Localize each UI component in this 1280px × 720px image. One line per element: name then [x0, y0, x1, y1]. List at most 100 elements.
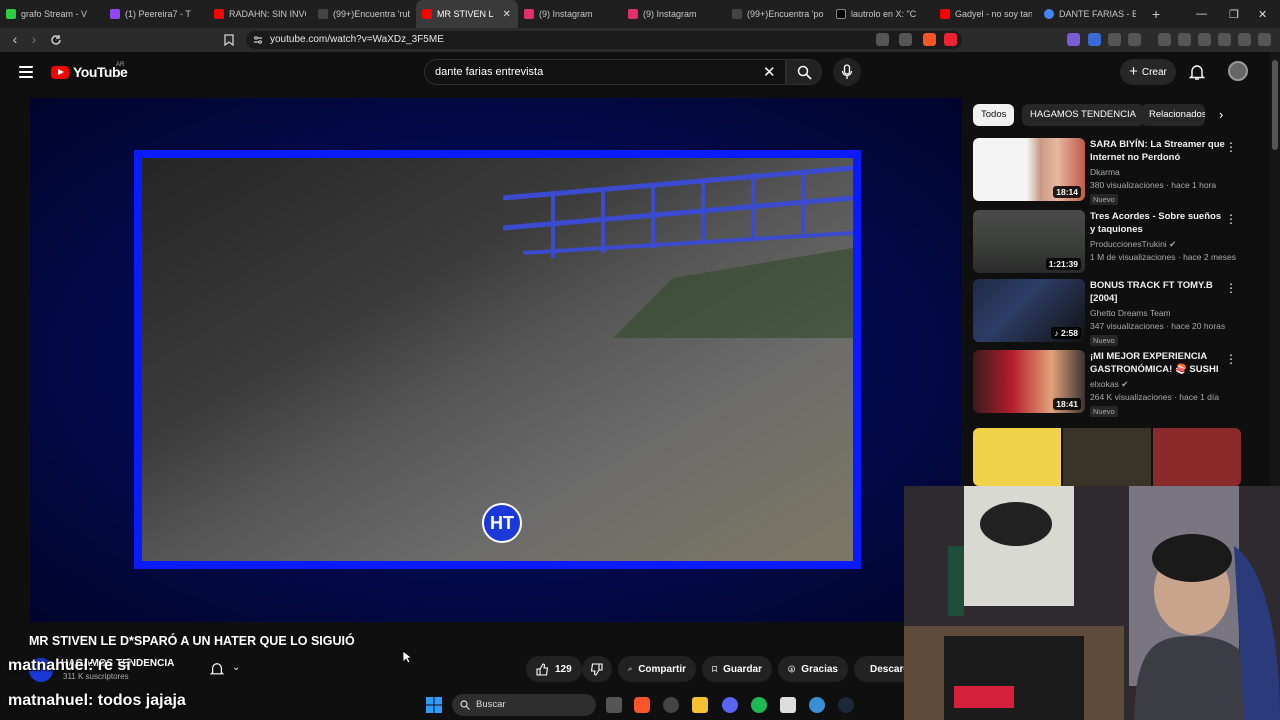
windows-start-icon[interactable]: [426, 697, 442, 713]
browser-tab[interactable]: Gadyel - no soy tan: [934, 0, 1038, 28]
thanks-label: Gracias: [801, 663, 838, 675]
taskbar-search-input[interactable]: Buscar: [452, 694, 596, 716]
recommended-video[interactable]: ♪ 2:58 BONUS TRACK FT TOMY.B [2004] Ghet…: [973, 279, 1243, 346]
duration-text: 2:58: [1060, 328, 1078, 338]
more-options-icon[interactable]: ⋮: [1225, 281, 1237, 295]
brave-shield-icon[interactable]: [923, 33, 936, 46]
thanks-button[interactable]: $ Gracias: [778, 656, 848, 682]
more-options-icon[interactable]: ⋮: [1225, 352, 1237, 366]
voice-search-button[interactable]: [833, 58, 861, 86]
recommended-channel[interactable]: Ghetto Dreams Team: [1090, 308, 1171, 318]
ai-icon[interactable]: [1218, 33, 1231, 46]
recommended-video-title[interactable]: SARA BIYÍN: La Streamer que Internet no …: [1090, 138, 1225, 164]
notifications-bell-icon[interactable]: [1189, 63, 1205, 81]
video-player[interactable]: HT: [30, 98, 962, 622]
clear-search-icon[interactable]: ✕: [763, 63, 776, 81]
account-avatar[interactable]: [1228, 61, 1248, 81]
app-icon[interactable]: [780, 697, 796, 713]
menu-icon[interactable]: [19, 66, 33, 78]
discord-icon[interactable]: [722, 697, 738, 713]
chip-hagamos-tendencia[interactable]: HAGAMOS TENDENCIA: [1022, 104, 1144, 126]
create-button[interactable]: + Crear: [1120, 59, 1176, 85]
browser-tab[interactable]: (99+)Encuentra 'pol: [726, 0, 830, 28]
cast-icon[interactable]: [876, 33, 889, 46]
browser-tab[interactable]: (99+)Encuentra 'rub: [312, 0, 416, 28]
video-thumbnail[interactable]: 1:21:39: [973, 210, 1085, 273]
page-scrollbar[interactable]: [1270, 52, 1280, 488]
back-arrow-icon[interactable]: ‹: [5, 31, 25, 47]
more-options-icon[interactable]: ⋮: [1225, 212, 1237, 226]
share-icon[interactable]: [899, 33, 912, 46]
browser-tab[interactable]: DANTE FARIAS - Bu: [1038, 0, 1142, 28]
dislike-button[interactable]: [582, 656, 612, 682]
browser-tab[interactable]: grafo Stream - V: [0, 0, 104, 28]
site-settings-icon[interactable]: [253, 35, 263, 45]
search-input[interactable]: dante farias entrevista: [424, 59, 786, 85]
restore-icon: ❐: [1229, 8, 1239, 21]
tab-close-icon[interactable]: ✕: [503, 9, 511, 20]
save-button[interactable]: Guardar: [702, 656, 772, 682]
video-thumbnail[interactable]: ♪ 2:58: [973, 279, 1085, 342]
tab-title: (9) Instagram: [539, 9, 593, 19]
tab-title: (99+)Encuentra 'pol: [747, 9, 824, 19]
browser-tab[interactable]: (9) Instagram: [518, 0, 622, 28]
extension-icon[interactable]: [1088, 33, 1101, 46]
file-explorer-icon[interactable]: [692, 697, 708, 713]
bell-icon: [210, 663, 224, 675]
reload-icon[interactable]: [46, 34, 66, 46]
extension-icon[interactable]: [1128, 33, 1141, 46]
browser-tab[interactable]: (9) Instagram: [622, 0, 726, 28]
scrollbar-thumb[interactable]: [1272, 60, 1278, 150]
browser-tab[interactable]: RADAHN: SIN INVO: [208, 0, 312, 28]
share-button[interactable]: Compartir: [618, 656, 696, 682]
save-label: Guardar: [723, 663, 762, 675]
chip-todos[interactable]: Todos: [973, 104, 1015, 126]
recommended-mix-thumbnail[interactable]: [973, 428, 1241, 486]
new-tab-button[interactable]: +: [1142, 6, 1170, 22]
vpn-icon[interactable]: [1238, 33, 1251, 46]
more-options-icon[interactable]: ⋮: [1225, 140, 1237, 154]
address-field[interactable]: youtube.com/watch?v=WaXDz_3F5ME: [246, 31, 962, 49]
app-icon[interactable]: [809, 697, 825, 713]
restore-button[interactable]: ❐: [1229, 0, 1239, 28]
spotify-icon[interactable]: [751, 697, 767, 713]
music-icon[interactable]: [1158, 33, 1171, 46]
recommended-video[interactable]: 18:41 ¡MI MEJOR EXPERIENCIA GASTRONÓMICA…: [973, 350, 1243, 417]
subscription-bell-button[interactable]: ⌄: [200, 656, 252, 682]
minimize-button[interactable]: —: [1196, 0, 1207, 28]
chevron-right-icon[interactable]: ›: [1219, 107, 1223, 122]
recommended-video-title[interactable]: BONUS TRACK FT TOMY.B [2004]: [1090, 279, 1225, 305]
browser-tab[interactable]: lautrolo en X: "C: [830, 0, 934, 28]
browser-tab-active[interactable]: MR STIVEN L ✕: [416, 0, 518, 28]
wallet-icon[interactable]: [1198, 33, 1211, 46]
recommended-video[interactable]: 18:14 SARA BIYÍN: La Streamer que Intern…: [973, 138, 1243, 205]
brave-rewards-icon[interactable]: [944, 33, 957, 46]
steam-icon[interactable]: [838, 697, 854, 713]
sidebar-icon[interactable]: [1178, 33, 1191, 46]
forward-arrow-icon[interactable]: ›: [24, 31, 44, 47]
brave-browser-icon[interactable]: [634, 697, 650, 713]
menu-icon[interactable]: [1258, 33, 1271, 46]
thanks-icon: $: [788, 665, 796, 673]
recommended-channel[interactable]: Dkarma: [1090, 167, 1120, 177]
recommended-channel[interactable]: elxokas ✔: [1090, 379, 1128, 390]
recommended-video[interactable]: 1:21:39 Tres Acordes - Sobre sueños y ta…: [973, 210, 1243, 274]
like-button[interactable]: 129: [526, 656, 582, 682]
download-button[interactable]: Descargar: [854, 656, 904, 682]
extension-icon[interactable]: [1108, 33, 1121, 46]
recommended-channel[interactable]: ProduccionesTrukini ✔: [1090, 239, 1176, 250]
chip-relacionados[interactable]: Relacionados: [1141, 104, 1205, 126]
tab-title: (1) Peereira7 - T: [125, 9, 191, 19]
video-thumbnail[interactable]: 18:14: [973, 138, 1085, 201]
close-window-button[interactable]: ✕: [1258, 0, 1267, 28]
browser-tab[interactable]: (1) Peereira7 - T: [104, 0, 208, 28]
task-view-icon[interactable]: [606, 697, 622, 713]
app-icon[interactable]: [663, 697, 679, 713]
recommended-video-title[interactable]: Tres Acordes - Sobre sueños y taquiones: [1090, 210, 1225, 236]
video-thumbnail[interactable]: 18:41: [973, 350, 1085, 413]
recommended-video-title[interactable]: ¡MI MEJOR EXPERIENCIA GASTRONÓMICA! 🍣 SU…: [1090, 350, 1225, 376]
bookmark-icon[interactable]: [224, 34, 234, 46]
tab-favicon-icon: [732, 9, 742, 19]
search-button[interactable]: [786, 59, 822, 85]
extension-icon[interactable]: [1067, 33, 1080, 46]
